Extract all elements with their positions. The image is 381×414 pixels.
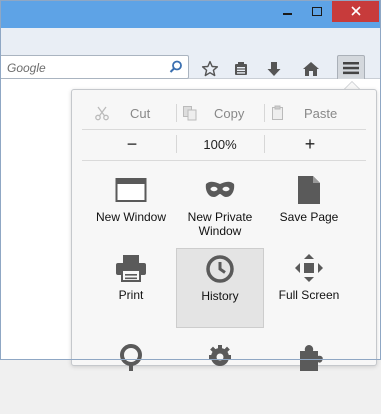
paste-label: Paste xyxy=(304,105,338,121)
zoom-out-button[interactable]: − xyxy=(82,132,182,156)
new-window-icon xyxy=(115,178,147,202)
private-icon-wrap xyxy=(204,170,236,210)
maximize-icon xyxy=(312,6,322,16)
navigation-toolbar xyxy=(0,28,381,81)
zoom-reset-button[interactable]: 100% xyxy=(176,132,264,156)
find-button[interactable] xyxy=(87,336,175,414)
minimize-button[interactable] xyxy=(272,0,302,22)
edit-controls: Cut Copy Paste xyxy=(72,100,376,126)
search-icon xyxy=(120,344,142,371)
close-button[interactable] xyxy=(332,0,379,22)
new-private-window-button[interactable]: New Private Window xyxy=(176,170,264,248)
new-window-label: New Window xyxy=(95,210,167,224)
edit-separator xyxy=(264,104,265,122)
divider xyxy=(82,129,366,130)
zoom-in-button[interactable]: + xyxy=(260,132,360,156)
paste-button[interactable]: Paste xyxy=(268,100,358,126)
home-icon xyxy=(303,62,319,76)
print-icon-wrap xyxy=(115,248,147,288)
save-page-icon xyxy=(298,176,320,204)
print-label: Print xyxy=(118,288,144,302)
printer-icon xyxy=(116,255,146,282)
scissors-icon xyxy=(95,106,109,121)
cut-button[interactable]: Cut xyxy=(92,100,178,126)
search-box[interactable] xyxy=(0,55,189,79)
gear-icon xyxy=(209,345,231,366)
copy-icon xyxy=(183,106,197,121)
addons-icon-wrap xyxy=(294,336,324,376)
history-button[interactable]: History xyxy=(176,248,264,328)
full-screen-label: Full Screen xyxy=(278,288,340,302)
save-page-label: Save Page xyxy=(279,210,339,224)
window-title-bar xyxy=(0,0,381,28)
search-icon[interactable] xyxy=(169,60,183,74)
main-menu-panel: Cut Copy Paste − 100% + New Window New P… xyxy=(71,89,377,371)
edit-separator xyxy=(176,104,177,122)
private-mask-icon xyxy=(205,181,235,197)
find-icon-wrap xyxy=(116,336,146,376)
fullscreen-icon xyxy=(295,254,323,282)
home-button[interactable] xyxy=(299,58,323,80)
new-window-icon-wrap xyxy=(115,170,147,210)
open-menu-button[interactable] xyxy=(337,55,365,81)
fullscreen-icon-wrap xyxy=(294,248,324,288)
save-page-icon-wrap xyxy=(296,170,322,210)
bookmarks-list-icon xyxy=(235,62,247,75)
history-label: History xyxy=(201,289,239,303)
zoom-controls: − 100% + xyxy=(72,132,376,156)
save-page-button[interactable]: Save Page xyxy=(265,170,353,248)
downloads-button[interactable] xyxy=(262,58,286,80)
options-button[interactable] xyxy=(176,336,264,414)
clock-icon xyxy=(206,255,234,283)
divider xyxy=(82,160,366,161)
hamburger-menu-icon xyxy=(343,62,359,75)
add-ons-button[interactable] xyxy=(265,336,353,414)
print-button[interactable]: Print xyxy=(87,248,175,326)
maximize-button[interactable] xyxy=(302,0,332,22)
copy-label: Copy xyxy=(214,105,245,121)
star-icon xyxy=(201,60,219,77)
full-screen-button[interactable]: Full Screen xyxy=(265,248,353,326)
new-private-window-label: New Private Window xyxy=(187,210,253,238)
download-arrow-icon xyxy=(267,62,281,76)
copy-button[interactable]: Copy xyxy=(180,100,266,126)
new-window-button[interactable]: New Window xyxy=(87,170,175,248)
minimize-icon xyxy=(282,13,292,15)
search-input[interactable] xyxy=(7,59,157,76)
cut-label: Cut xyxy=(130,105,151,121)
puzzle-icon xyxy=(300,345,323,371)
clipboard-icon xyxy=(272,105,283,120)
bookmark-star-button[interactable] xyxy=(198,58,222,80)
history-icon-wrap xyxy=(205,249,235,289)
options-icon-wrap xyxy=(205,336,235,376)
close-icon xyxy=(350,6,361,16)
bookmarks-menu-button[interactable] xyxy=(229,58,253,80)
